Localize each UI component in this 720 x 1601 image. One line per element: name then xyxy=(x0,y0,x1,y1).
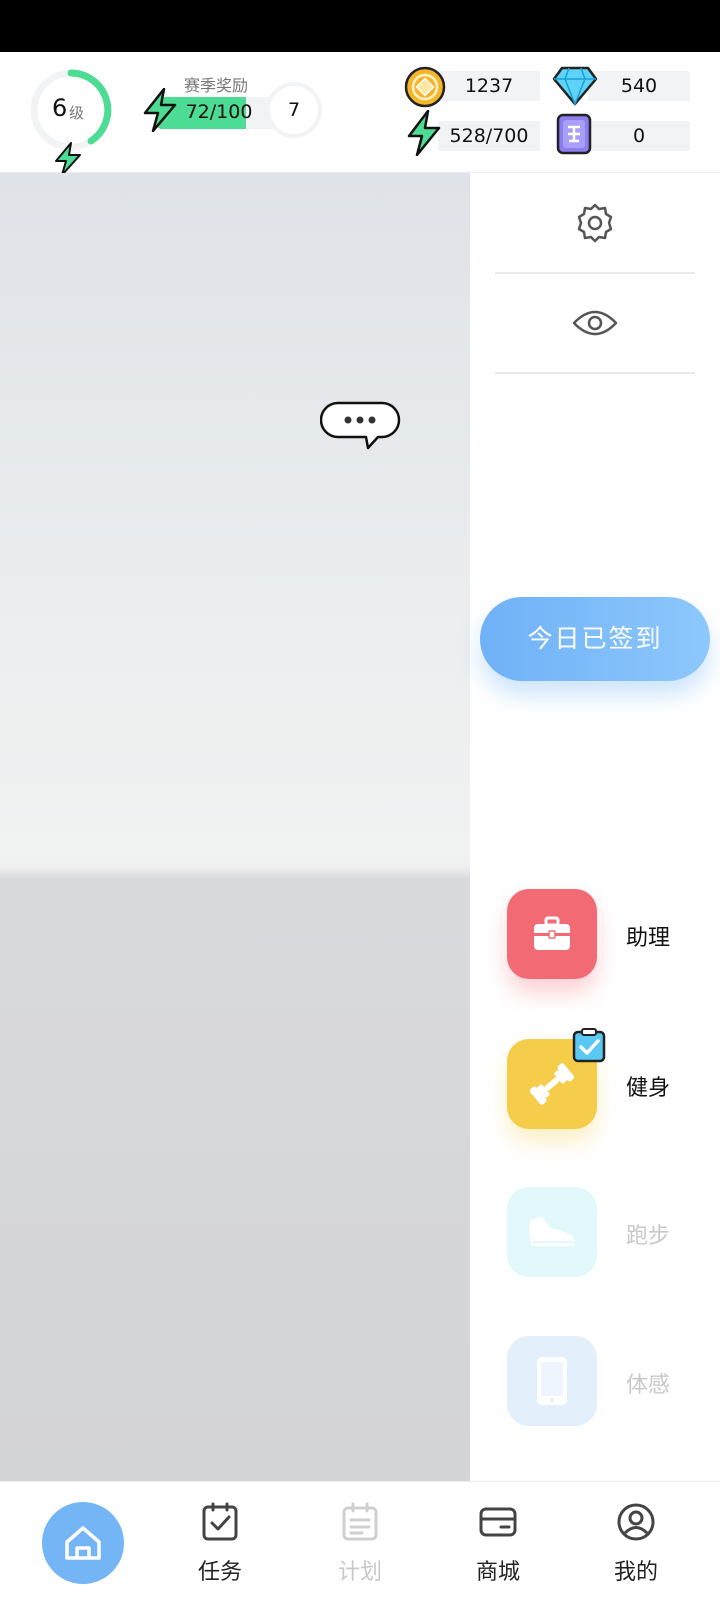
divider xyxy=(495,372,695,374)
top-header: 6 级 赛季奖励 72/100 7 1237 540 528/700 0 xyxy=(0,52,720,176)
app-root: 6 级 赛季奖励 72/100 7 1237 540 528/700 0 今日已… xyxy=(0,0,720,1601)
nav-label: 任务 xyxy=(197,1560,242,1585)
nav-mine[interactable]: 我的 xyxy=(576,1482,696,1601)
dumbbell-icon xyxy=(529,1063,575,1105)
lightning-icon xyxy=(143,88,177,132)
visibility-button[interactable] xyxy=(495,273,695,373)
gear-icon xyxy=(577,203,613,243)
level-number: 6 xyxy=(52,94,68,122)
clipboard-check-icon xyxy=(572,1028,606,1063)
calendar-icon xyxy=(342,1502,378,1541)
nav-plan[interactable]: 计划 xyxy=(300,1482,420,1601)
coin-count: 1237 xyxy=(438,71,540,101)
feature-fitness[interactable]: 健身 xyxy=(507,1028,707,1131)
nav-label: 商城 xyxy=(475,1560,520,1585)
feature-assistant[interactable]: 助理 xyxy=(507,889,707,981)
season-badge[interactable]: 7 xyxy=(266,82,322,138)
ticket-icon[interactable] xyxy=(556,113,592,155)
energy-count: 528/700 xyxy=(438,121,540,151)
task-clipboard-icon xyxy=(202,1502,238,1541)
profile-icon xyxy=(617,1503,655,1541)
briefcase-icon xyxy=(534,916,570,950)
status-bar xyxy=(0,0,720,52)
feature-label: 跑步 xyxy=(626,1224,671,1249)
nav-home[interactable] xyxy=(0,1482,124,1601)
nav-label: 我的 xyxy=(613,1560,658,1585)
shoe-icon xyxy=(529,1216,575,1246)
eye-icon xyxy=(572,310,618,336)
coin-icon[interactable] xyxy=(403,65,447,109)
season-reward-label: 赛季奖励 xyxy=(184,76,249,95)
nav-shop[interactable]: 商城 xyxy=(438,1482,558,1601)
lightning-icon xyxy=(55,142,81,176)
level-unit: 级 xyxy=(69,104,85,122)
feature-label: 体感 xyxy=(626,1373,671,1398)
room-scene[interactable] xyxy=(0,173,470,1481)
bottom-navigation: 任务 计划 商城 我的 xyxy=(0,1481,720,1601)
motion-tile[interactable] xyxy=(507,1336,597,1426)
diamond-count: 540 xyxy=(588,71,690,101)
phone-icon xyxy=(537,1357,567,1405)
lightning-icon[interactable] xyxy=(406,110,442,156)
wallet-card-icon xyxy=(479,1507,517,1537)
home-button[interactable] xyxy=(42,1502,124,1584)
feature-label: 助理 xyxy=(626,926,671,951)
checkin-button[interactable]: 今日已签到 xyxy=(480,597,710,681)
feature-label: 健身 xyxy=(626,1076,671,1101)
settings-button[interactable] xyxy=(495,173,695,273)
ticket-count: 0 xyxy=(588,121,690,151)
speech-bubble-icon[interactable] xyxy=(320,401,402,453)
feature-running[interactable]: 跑步 xyxy=(507,1187,707,1279)
diamond-icon[interactable] xyxy=(552,65,598,107)
feature-motion[interactable]: 体感 xyxy=(507,1336,707,1428)
right-sidebar: 今日已签到 助理 健身 跑步 体感 xyxy=(470,173,720,1481)
nav-tasks[interactable]: 任务 xyxy=(160,1482,280,1601)
level-badge[interactable]: 6 级 xyxy=(28,67,114,176)
home-icon xyxy=(65,1526,101,1560)
assistant-tile[interactable] xyxy=(507,889,597,979)
running-tile[interactable] xyxy=(507,1187,597,1277)
nav-label: 计划 xyxy=(337,1560,382,1585)
